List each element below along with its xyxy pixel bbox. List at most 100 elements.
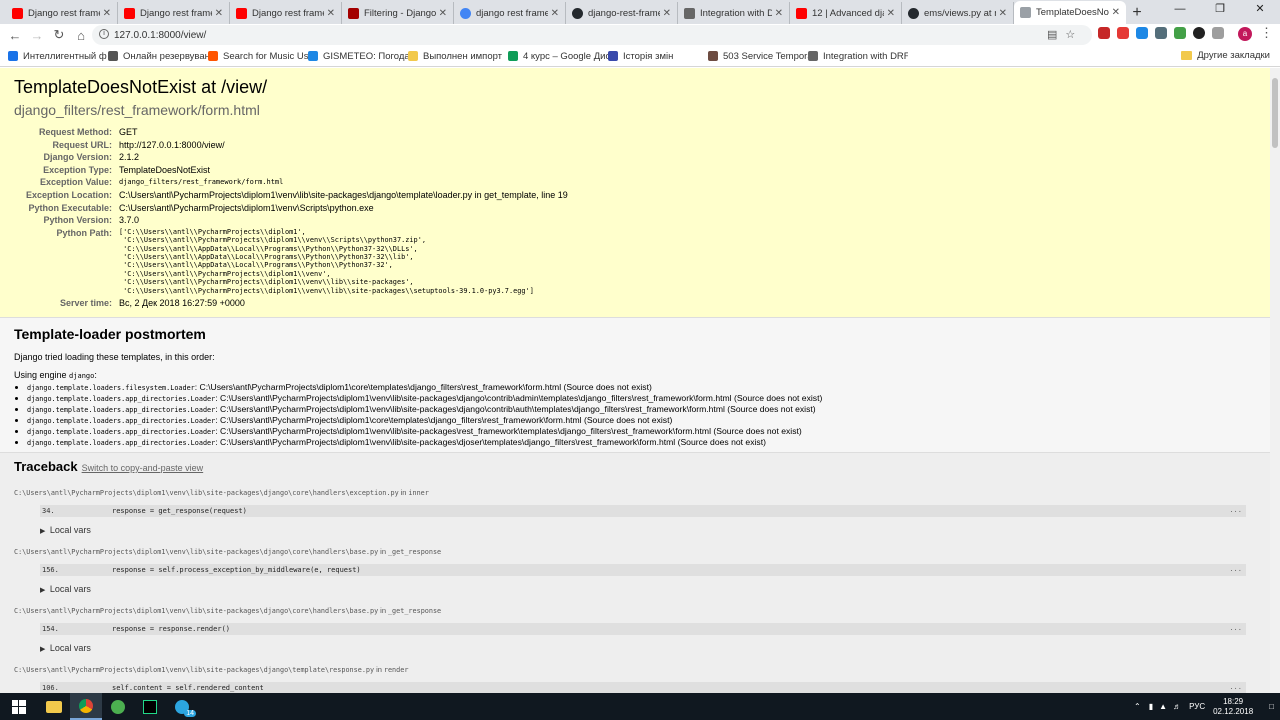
back-icon[interactable]: ← [4, 25, 26, 45]
frame-context-line[interactable]: 154. response = response.render()... [40, 623, 1246, 635]
close-tab-icon[interactable]: ✕ [439, 8, 447, 19]
close-tab-icon[interactable]: ✕ [215, 8, 223, 19]
browser-tab[interactable]: Django rest framew✕ [118, 2, 230, 24]
chrome-icon[interactable] [70, 693, 102, 720]
ublock-icon[interactable] [1098, 27, 1110, 39]
extension-gray-icon[interactable] [1212, 27, 1224, 39]
youtube-icon [124, 7, 135, 19]
profile-avatar[interactable]: a [1238, 27, 1252, 41]
network-icon[interactable]: ▲ [1159, 702, 1167, 711]
restore-icon[interactable]: ❐ [1200, 0, 1240, 20]
close-tab-icon[interactable]: ✕ [103, 8, 111, 19]
close-tab-icon[interactable]: ✕ [775, 8, 783, 19]
browser-tab[interactable]: django-rest-framew✕ [566, 2, 678, 24]
bookmark-item[interactable]: 4 курс – Google Дис [508, 51, 608, 62]
utorrent-icon[interactable] [102, 693, 134, 720]
frame-context-line[interactable]: 34. response = get_response(request)... [40, 505, 1246, 517]
loader-path: : C:\Users\antl\PycharmProjects\diplom1\… [215, 415, 673, 425]
page-subtitle: django_filters/rest_framework/form.html [14, 102, 260, 118]
extension-dark-icon[interactable] [1193, 27, 1205, 39]
python-path-value: ['C:\\Users\\antl\\PycharmProjects\\dipl… [119, 227, 534, 295]
bookmark-label: Історія змін [623, 50, 674, 62]
bookmark-item[interactable]: GISMETEO: Погода в [308, 51, 408, 62]
switch-view-link[interactable]: Switch to copy-and-paste view [82, 463, 204, 473]
bookmark-item[interactable]: Выполнен импорт [408, 51, 508, 62]
bookmark-label: GISMETEO: Погода в [323, 50, 408, 62]
browser-menu-icon[interactable]: ⋮ [1260, 25, 1273, 41]
loader-item: django.template.loaders.filesystem.Loade… [27, 382, 1256, 393]
bookmark-item[interactable]: Интеллигентный ф [8, 51, 108, 62]
notifications-icon[interactable]: □ [1269, 702, 1274, 711]
address-bar[interactable]: i 127.0.0.1:8000/view/ ▤ ☆ [92, 25, 1092, 45]
browser-tab[interactable]: Django rest framew✕ [230, 2, 342, 24]
battery-icon[interactable]: ▮ [1149, 702, 1153, 711]
home-icon[interactable]: ⌂ [70, 25, 92, 45]
lock-extension-icon[interactable] [1136, 27, 1148, 39]
language-indicator[interactable]: РУС [1189, 702, 1205, 711]
close-window-icon[interactable]: ✕ [1240, 0, 1280, 20]
translate-icon[interactable]: ▤ [1047, 28, 1057, 41]
frame-file: C:\Users\antl\PycharmProjects\diplom1\ve… [14, 665, 409, 674]
local-vars-toggle[interactable]: ▶ Local vars [40, 584, 1256, 594]
browser-tab[interactable]: ems/views.py at ma✕ [902, 2, 1014, 24]
frame-file: C:\Users\antl\PycharmProjects\diplom1\ve… [14, 547, 442, 556]
line-number: 154. [42, 625, 59, 633]
file-explorer-icon[interactable] [38, 693, 70, 720]
close-tab-icon[interactable]: ✕ [663, 8, 671, 19]
bookmark-item[interactable]: Історія змін [608, 51, 708, 62]
reload-icon[interactable]: ↻ [48, 25, 70, 45]
telegram-icon[interactable]: 14 [166, 693, 198, 720]
bookmark-item[interactable]: Integration with DRF [808, 51, 908, 62]
close-tab-icon[interactable]: ✕ [551, 8, 559, 19]
bookmark-star-icon[interactable]: ☆ [1065, 28, 1075, 41]
pdf-extension-icon[interactable] [1117, 27, 1129, 39]
frame-context-line[interactable]: 156. response = self.process_exception_by… [40, 564, 1246, 576]
other-bookmarks[interactable]: Другие закладки [1181, 50, 1270, 61]
browser-tab[interactable]: Integration with DR✕ [678, 2, 790, 24]
tray-expand-icon[interactable]: ⌃ [1134, 702, 1141, 711]
volume-icon[interactable]: ♬ [1173, 702, 1181, 711]
browser-tab[interactable]: TemplateDoesNotE✕ [1014, 1, 1126, 24]
frame-context-line[interactable]: 106. self.content = self.rendered_content… [40, 682, 1246, 693]
frame-file: C:\Users\antl\PycharmProjects\diplom1\ve… [14, 488, 429, 497]
close-tab-icon[interactable]: ✕ [887, 8, 895, 19]
scrollbar-thumb[interactable] [1272, 78, 1278, 148]
browser-tab[interactable]: django rest framew✕ [454, 2, 566, 24]
browser-tab[interactable]: 12 | Advanced djang✕ [790, 2, 902, 24]
page-scrollbar[interactable] [1270, 68, 1280, 693]
close-tab-icon[interactable]: ✕ [1112, 7, 1120, 18]
line-number: 34. [42, 507, 55, 515]
expand-context-icon[interactable]: ... [1229, 506, 1242, 514]
pycharm-icon[interactable] [134, 693, 166, 720]
browser-tab[interactable]: Django rest framew✕ [6, 2, 118, 24]
window-controls: — ❐ ✕ [1160, 0, 1280, 20]
traceback-frame: C:\Users\antl\PycharmProjects\diplom1\ve… [14, 665, 1256, 693]
frame-file: C:\Users\antl\PycharmProjects\diplom1\ve… [14, 606, 442, 615]
expand-context-icon[interactable]: ... [1229, 624, 1242, 632]
bookmark-item[interactable]: Онлайн резервуван [108, 51, 208, 62]
browser-tab[interactable]: Filtering - Django R✕ [342, 2, 454, 24]
info-icon[interactable]: i [99, 29, 109, 39]
bookmark-item[interactable]: 503 Service Tempora [708, 51, 808, 62]
bookmark-favicon-icon [508, 51, 518, 61]
local-vars-toggle[interactable]: ▶ Local vars [40, 525, 1256, 535]
local-vars-toggle[interactable]: ▶ Local vars [40, 643, 1256, 653]
close-tab-icon[interactable]: ✕ [327, 8, 335, 19]
triangle-right-icon: ▶ [40, 528, 46, 535]
forward-icon[interactable]: → [26, 25, 48, 45]
new-tab-button[interactable]: + [1126, 2, 1148, 24]
triangle-right-icon: ▶ [40, 646, 46, 653]
minimize-icon[interactable]: — [1160, 0, 1200, 20]
loader-name: django.template.loaders.app_directories.… [27, 417, 216, 425]
clock[interactable]: 18:29 02.12.2018 [1213, 697, 1253, 717]
close-tab-icon[interactable]: ✕ [999, 8, 1007, 19]
bookmark-favicon-icon [408, 51, 418, 61]
start-button[interactable] [0, 693, 38, 720]
telegram-badge: 14 [184, 710, 196, 717]
expand-context-icon[interactable]: ... [1229, 565, 1242, 573]
bookmark-item[interactable]: Search for Music Usi [208, 51, 308, 62]
bookmark-label: 503 Service Tempora [723, 50, 808, 62]
expand-context-icon[interactable]: ... [1229, 683, 1242, 691]
extension-icon[interactable] [1155, 27, 1167, 39]
extension-green-icon[interactable] [1174, 27, 1186, 39]
